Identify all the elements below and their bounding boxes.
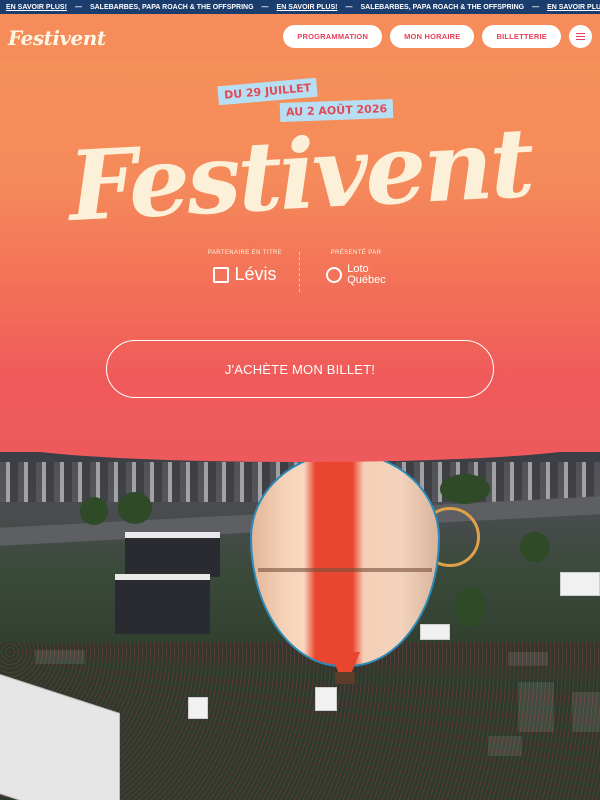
- ticker-separator: —: [345, 3, 353, 11]
- presenting-partner: PRÉSENTÉ PAR Loto Québec: [291, 250, 421, 286]
- site-header: Festivent PROGRAMMATION MON HORAIRE BILL…: [0, 14, 600, 60]
- ticker-text: SALEBARBES, PAPA ROACH & THE OFFSPRING: [360, 3, 525, 11]
- nav-horaire-button[interactable]: MON HORAIRE: [390, 25, 475, 48]
- loto-quebec-logo[interactable]: Loto Québec: [291, 264, 421, 286]
- hero-curve-edge: [0, 452, 600, 462]
- nav-programmation-button[interactable]: PROGRAMMATION: [283, 25, 383, 48]
- presenting-partner-label: PRÉSENTÉ PAR: [330, 250, 382, 256]
- hamburger-icon[interactable]: [569, 25, 592, 48]
- levis-mark-icon: [213, 266, 230, 283]
- announcement-ticker: EN SAVOIR PLUS! — SALEBARBES, PAPA ROACH &…: [0, 0, 600, 14]
- tree: [520, 532, 550, 562]
- tent: [188, 697, 208, 719]
- ticker-separator: —: [532, 3, 540, 11]
- partners-row: PARTENAIRE EN TITRE Lévis PRÉSENTÉ PAR L…: [0, 250, 600, 300]
- nav-billetterie-button[interactable]: BILLETTERIE: [482, 25, 561, 48]
- festival-aerial-photo: [0, 452, 600, 800]
- festivent-logo[interactable]: Festivent: [8, 26, 106, 50]
- hero-section: DU 29 JUILLET AU 2 AOÛT 2026 Festivent P…: [0, 60, 600, 460]
- loto-quebec-line-2: Québec: [347, 274, 386, 286]
- balloon-envelope: [250, 452, 440, 667]
- date-start-badge: DU 29 JUILLET: [217, 77, 318, 106]
- loto-quebec-mark-icon: [326, 267, 343, 283]
- ticker-link[interactable]: EN SAVOIR PLUS!: [6, 4, 67, 11]
- tree: [80, 497, 108, 525]
- tree: [440, 474, 490, 504]
- tent: [315, 687, 337, 711]
- tree: [118, 492, 152, 524]
- loto-quebec-logo-text: Loto Québec: [347, 264, 386, 286]
- ticker-separator: —: [261, 3, 269, 11]
- main-nav: PROGRAMMATION MON HORAIRE BILLETTERIE: [283, 25, 592, 48]
- stage: [115, 574, 210, 634]
- balloon-band: [258, 568, 432, 572]
- balloon-basket: [335, 672, 355, 684]
- buy-ticket-button[interactable]: J'ACHÈTE MON BILLET!: [106, 340, 494, 398]
- ticker-track: EN SAVOIR PLUS! — SALEBARBES, PAPA ROACH &…: [6, 0, 600, 14]
- stage: [125, 532, 220, 577]
- ticker-text: SALEBARBES, PAPA ROACH & THE OFFSPRING: [89, 3, 254, 11]
- balloon-neck: [330, 652, 360, 674]
- ticker-link[interactable]: EN SAVOIR PLUS!: [277, 4, 338, 11]
- hero-title: Festivent: [65, 105, 535, 244]
- levis-logo-text: Lévis: [234, 264, 277, 284]
- tent: [560, 572, 600, 596]
- tree: [455, 587, 485, 627]
- ticker-link[interactable]: EN SAVOIR PLUS!: [547, 4, 600, 11]
- ticker-separator: —: [74, 3, 82, 11]
- hot-air-balloon: [250, 452, 440, 684]
